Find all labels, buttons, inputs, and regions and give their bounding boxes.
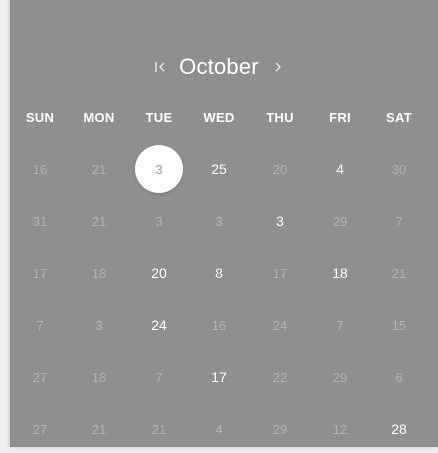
day-cell[interactable]: 24: [135, 301, 183, 349]
day-cell[interactable]: 28: [375, 405, 423, 453]
day-cell[interactable]: 12: [316, 405, 364, 453]
day-cell[interactable]: 3: [195, 197, 243, 245]
day-cell[interactable]: 18: [75, 249, 123, 297]
day-cell[interactable]: 21: [75, 145, 123, 193]
day-cell[interactable]: 17: [16, 249, 64, 297]
day-cell[interactable]: 16: [16, 145, 64, 193]
day-cell[interactable]: 17: [195, 353, 243, 401]
day-cell[interactable]: 18: [75, 353, 123, 401]
day-cell[interactable]: 7: [375, 197, 423, 245]
selected-day-cell[interactable]: 3: [135, 145, 183, 193]
day-cell[interactable]: 4: [195, 405, 243, 453]
day-cell[interactable]: 21: [375, 249, 423, 297]
day-cell[interactable]: 15: [375, 301, 423, 349]
day-cell[interactable]: 21: [135, 405, 183, 453]
day-cell[interactable]: 6: [375, 353, 423, 401]
day-grid: 16 21 3 25 20 4 30 31 21 3 3 3 29 7 17 18 20 8 17 18 21 7 3 24 1…: [10, 0, 428, 447]
day-cell[interactable]: 22: [256, 353, 304, 401]
day-cell[interactable]: 3: [256, 197, 304, 245]
day-cell[interactable]: 18: [316, 249, 364, 297]
day-cell[interactable]: 31: [16, 197, 64, 245]
day-cell[interactable]: 20: [256, 145, 304, 193]
day-cell[interactable]: 8: [195, 249, 243, 297]
day-cell[interactable]: 29: [316, 197, 364, 245]
day-cell[interactable]: 27: [16, 405, 64, 453]
day-cell[interactable]: 24: [256, 301, 304, 349]
day-cell[interactable]: 27: [16, 353, 64, 401]
day-cell[interactable]: 20: [135, 249, 183, 297]
day-cell[interactable]: 29: [256, 405, 304, 453]
day-cell[interactable]: 3: [75, 301, 123, 349]
day-cell[interactable]: 3: [135, 197, 183, 245]
day-cell[interactable]: 21: [75, 405, 123, 453]
day-cell[interactable]: 17: [256, 249, 304, 297]
day-cell[interactable]: 7: [316, 301, 364, 349]
calendar-panel: October SUN MON TUE WED THU FRI SAT 16 21 3 25 20 4…: [10, 0, 438, 447]
day-cell[interactable]: 21: [75, 197, 123, 245]
day-cell[interactable]: 4: [316, 145, 364, 193]
day-cell[interactable]: 25: [195, 145, 243, 193]
day-cell[interactable]: 7: [135, 353, 183, 401]
day-cell[interactable]: 7: [16, 301, 64, 349]
day-cell[interactable]: 29: [316, 353, 364, 401]
day-cell[interactable]: 30: [375, 145, 423, 193]
day-cell[interactable]: 16: [195, 301, 243, 349]
